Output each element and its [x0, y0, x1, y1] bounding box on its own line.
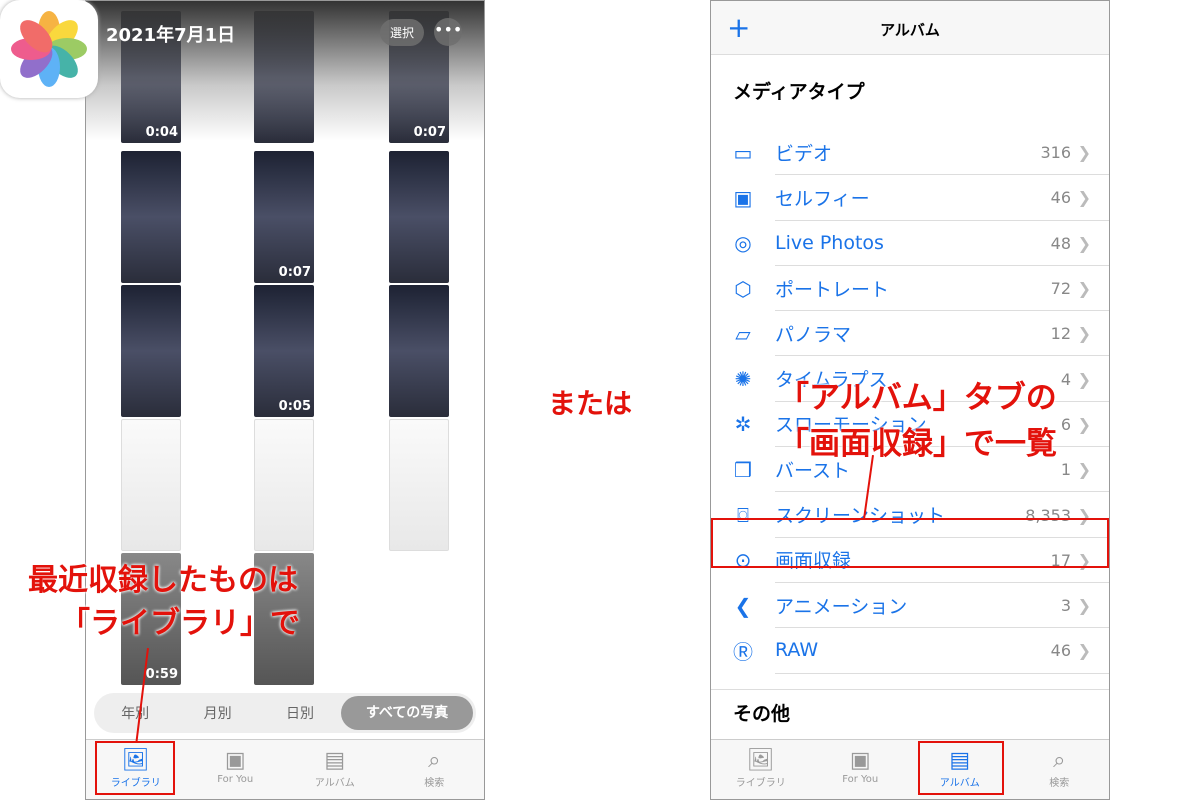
slowmo-icon: ✲: [734, 412, 752, 437]
chevron-right-icon: ❯: [1077, 596, 1091, 616]
portrait-icon: ⬡: [734, 276, 752, 301]
tab-search[interactable]: ⌕ 検索: [1010, 740, 1110, 799]
chevron-right-icon: ❯: [1077, 460, 1091, 480]
chevron-right-icon: ❯: [1077, 369, 1091, 389]
segment-days[interactable]: 日別: [259, 703, 341, 723]
page-title: アルバム: [880, 21, 940, 39]
chevron-right-icon: ❯: [1077, 233, 1091, 253]
select-button[interactable]: 選択: [380, 19, 425, 46]
album-count: 72: [1050, 279, 1071, 299]
album-count: 1: [1060, 460, 1071, 480]
album-count: 12: [1050, 324, 1071, 344]
album-row-raw[interactable]: Ⓡ RAW 46 ❯: [711, 628, 1109, 674]
tab-label: For You: [842, 774, 879, 785]
tab-bar: 🖼 ライブラリ ▣ For You ▤ アルバム ⌕ 検索: [711, 739, 1109, 799]
highlight-albums-tab: [918, 741, 1004, 795]
annotation-right-2: 「画面収録」で一覧: [778, 426, 1057, 462]
tab-label: アルバム: [314, 778, 355, 789]
annotation-right-1: 「アルバム」タブの: [778, 380, 1057, 416]
album-count: 46: [1050, 188, 1071, 208]
tab-albums[interactable]: ▤ アルバム: [285, 740, 385, 799]
tab-label: ライブラリ: [735, 778, 786, 789]
search-icon: ⌕: [428, 748, 441, 773]
panorama-icon: ▱: [735, 321, 751, 346]
album-row-live-photos[interactable]: ◎ Live Photos 48 ❯: [711, 221, 1109, 266]
timelapse-icon: ✺: [734, 367, 752, 392]
highlight-library-tab: [95, 741, 175, 795]
annotation-left-2: 「ライブラリ」で: [60, 606, 300, 641]
annotation-or: または: [548, 387, 633, 420]
live-photos-icon: ◎: [734, 231, 752, 256]
video-thumbnail[interactable]: 0:07: [254, 151, 314, 283]
date-header: 2021年7月1日: [106, 25, 236, 46]
chevron-right-icon: ❯: [1077, 143, 1091, 163]
video-thumbnail[interactable]: [254, 419, 314, 551]
duration: 0:04: [145, 125, 178, 140]
album-count: 48: [1050, 233, 1071, 253]
album-row-portrait[interactable]: ⬡ ポートレート 72 ❯: [711, 266, 1109, 312]
tab-label: 検索: [424, 778, 445, 789]
album-count: 6: [1060, 414, 1071, 434]
section-header: メディアタイプ: [733, 81, 865, 103]
album-row-selfie[interactable]: ▣ セルフィー 46 ❯: [711, 175, 1109, 221]
nav-header: + アルバム: [711, 1, 1109, 55]
video-icon: ▭: [733, 140, 753, 165]
album-row-video[interactable]: ▭ ビデオ 316 ❯: [711, 130, 1109, 176]
search-icon: ⌕: [1053, 748, 1066, 773]
annotation-left-1: 最近収録したものは: [28, 563, 298, 598]
video-thumbnail[interactable]: [389, 151, 449, 283]
album-row-panorama[interactable]: ▱ パノラマ 12 ❯: [711, 311, 1109, 357]
segment-all-photos[interactable]: すべての写真: [341, 696, 473, 730]
burst-icon: ❒: [734, 457, 752, 482]
highlight-screen-recording: [711, 518, 1109, 568]
duration: 0:05: [278, 399, 311, 414]
duration: 0:07: [278, 265, 311, 280]
raw-icon: Ⓡ: [733, 640, 753, 665]
chevron-right-icon: ❯: [1077, 414, 1091, 434]
chevron-right-icon: ❯: [1077, 324, 1091, 344]
divider: [711, 689, 1109, 690]
video-thumbnail[interactable]: 0:05: [254, 285, 314, 417]
tab-library[interactable]: 🖼 ライブラリ: [711, 740, 811, 799]
photo-library-icon: 🖼: [746, 748, 775, 773]
for-you-icon: ▣: [849, 748, 871, 773]
tab-for-you[interactable]: ▣ For You: [811, 740, 911, 799]
tab-for-you[interactable]: ▣ For You: [186, 740, 286, 799]
album-label: アニメーション: [775, 583, 1109, 629]
album-count: 46: [1050, 641, 1071, 661]
video-thumbnail[interactable]: [121, 285, 181, 417]
segment-years[interactable]: 年別: [94, 703, 176, 723]
tab-search[interactable]: ⌕ 検索: [385, 740, 485, 799]
segment-months[interactable]: 月別: [176, 703, 258, 723]
more-button[interactable]: •••: [434, 18, 462, 46]
video-thumbnail[interactable]: [121, 151, 181, 283]
view-segmented-control: 年別 月別 日別 すべての写真: [94, 693, 476, 733]
album-row-animation[interactable]: ❮ アニメーション 3 ❯: [711, 583, 1109, 629]
album-count: 316: [1040, 143, 1071, 163]
duration: 0:07: [413, 125, 446, 140]
photos-app-icon: [0, 0, 98, 98]
album-count: 4: [1060, 369, 1071, 389]
album-count: 3: [1060, 596, 1071, 616]
video-thumbnail[interactable]: [389, 419, 449, 551]
album-icon: ▤: [324, 748, 346, 773]
video-thumbnail[interactable]: [121, 419, 181, 551]
chevron-right-icon: ❯: [1077, 279, 1091, 299]
chevron-right-icon: ❯: [1077, 641, 1091, 661]
section-header-other: その他: [733, 703, 791, 725]
duration: 0:59: [145, 667, 178, 682]
selfie-icon: ▣: [733, 185, 753, 210]
chevron-right-icon: ❯: [1077, 188, 1091, 208]
for-you-icon: ▣: [224, 748, 246, 773]
video-thumbnail[interactable]: [389, 285, 449, 417]
tab-label: 検索: [1049, 778, 1070, 789]
tab-label: For You: [217, 774, 254, 785]
animation-icon: ❮: [734, 593, 752, 618]
